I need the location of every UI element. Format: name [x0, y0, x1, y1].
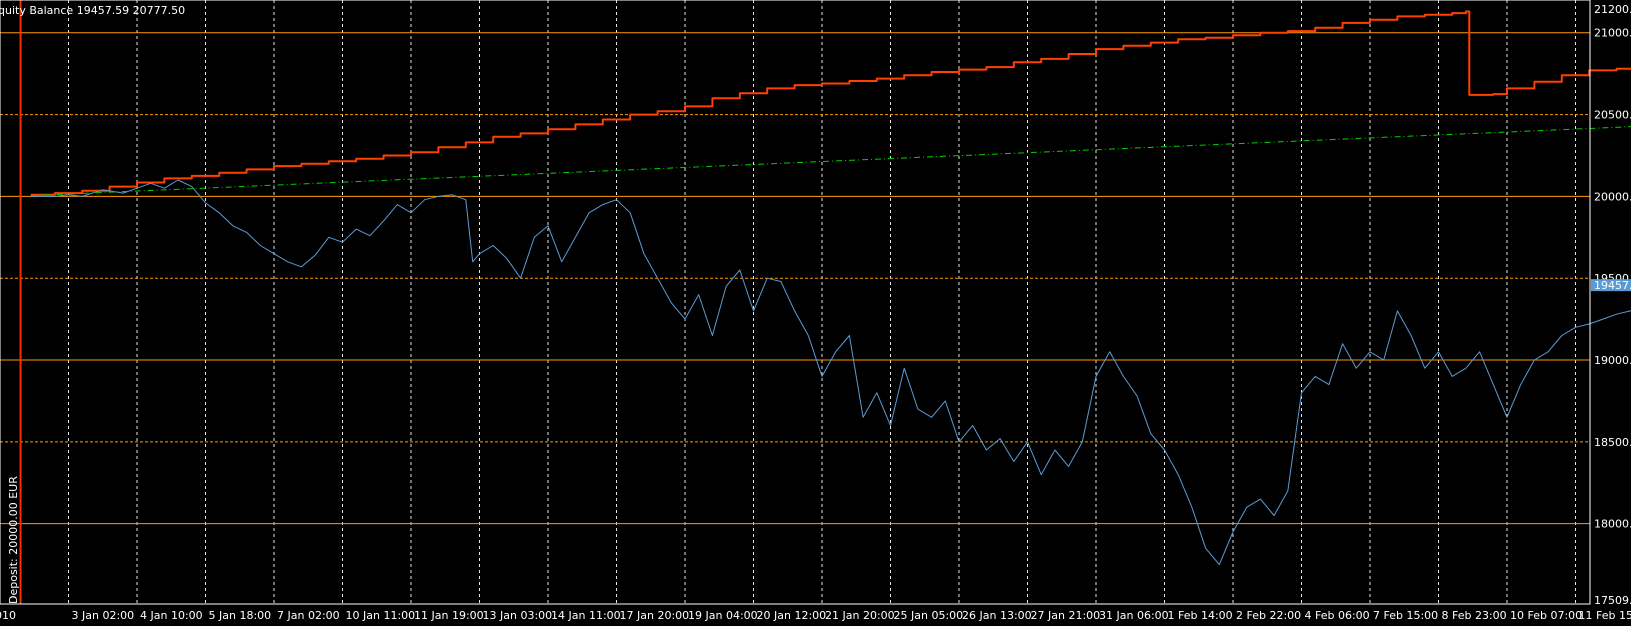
- equity-balance-chart: 21200.121000.020500.020000.019500.019000…: [0, 0, 1631, 626]
- chart-background: [0, 0, 1631, 626]
- x-tick-label: 10 Feb 07:00: [1510, 609, 1582, 622]
- y-axis-top-label: 21200.1: [1594, 3, 1631, 16]
- y-axis-bottom-label: 17509.12: [1594, 594, 1631, 607]
- x-tick-label: 1 Feb 14:00: [1168, 609, 1233, 622]
- x-tick-label: 2010: [0, 609, 16, 622]
- y-tick-label: 21000.0: [1594, 27, 1631, 40]
- x-tick-label: 17 Jan 20:00: [620, 609, 690, 622]
- x-tick-label: 26 Jan 13:00: [962, 609, 1032, 622]
- last-value-label: 19457.59: [1594, 279, 1631, 292]
- x-tick-label: 5 Jan 18:00: [209, 609, 272, 622]
- x-tick-label: 20 Jan 12:00: [757, 609, 827, 622]
- x-tick-label: 31 Jan 06:00: [1099, 609, 1169, 622]
- x-tick-label: 11 Jan 19:00: [414, 609, 484, 622]
- y-tick-label: 20000.0: [1594, 190, 1631, 203]
- chart-title: quity Balance 19457.59 20777.50: [0, 4, 185, 17]
- x-tick-label: 25 Jan 05:00: [894, 609, 964, 622]
- x-tick-label: 7 Jan 02:00: [277, 609, 340, 622]
- x-tick-label: 7 Feb 15:00: [1373, 609, 1438, 622]
- x-tick-label: 27 Jan 21:00: [1031, 609, 1101, 622]
- x-tick-label: 11 Feb 15:00: [1579, 609, 1631, 622]
- x-tick-label: 14 Jan 11:00: [551, 609, 621, 622]
- x-tick-label: 21 Jan 20:00: [825, 609, 895, 622]
- x-tick-label: 4 Jan 10:00: [140, 609, 203, 622]
- x-tick-label: 19 Jan 04:00: [688, 609, 758, 622]
- x-tick-label: 3 Jan 02:00: [72, 609, 135, 622]
- x-tick-label: 2 Feb 22:00: [1236, 609, 1301, 622]
- y-tick-label: 18500.0: [1594, 436, 1631, 449]
- y-tick-label: 18000.0: [1594, 518, 1631, 531]
- y-tick-label: 20500.0: [1594, 109, 1631, 122]
- deposit-label: Deposit: 20000.00 EUR: [7, 476, 20, 604]
- x-tick-label: 13 Jan 03:00: [483, 609, 553, 622]
- x-tick-label: 8 Feb 23:00: [1442, 609, 1507, 622]
- x-tick-label: 4 Feb 06:00: [1305, 609, 1370, 622]
- y-tick-label: 19000.0: [1594, 354, 1631, 367]
- x-tick-label: 10 Jan 11:00: [346, 609, 416, 622]
